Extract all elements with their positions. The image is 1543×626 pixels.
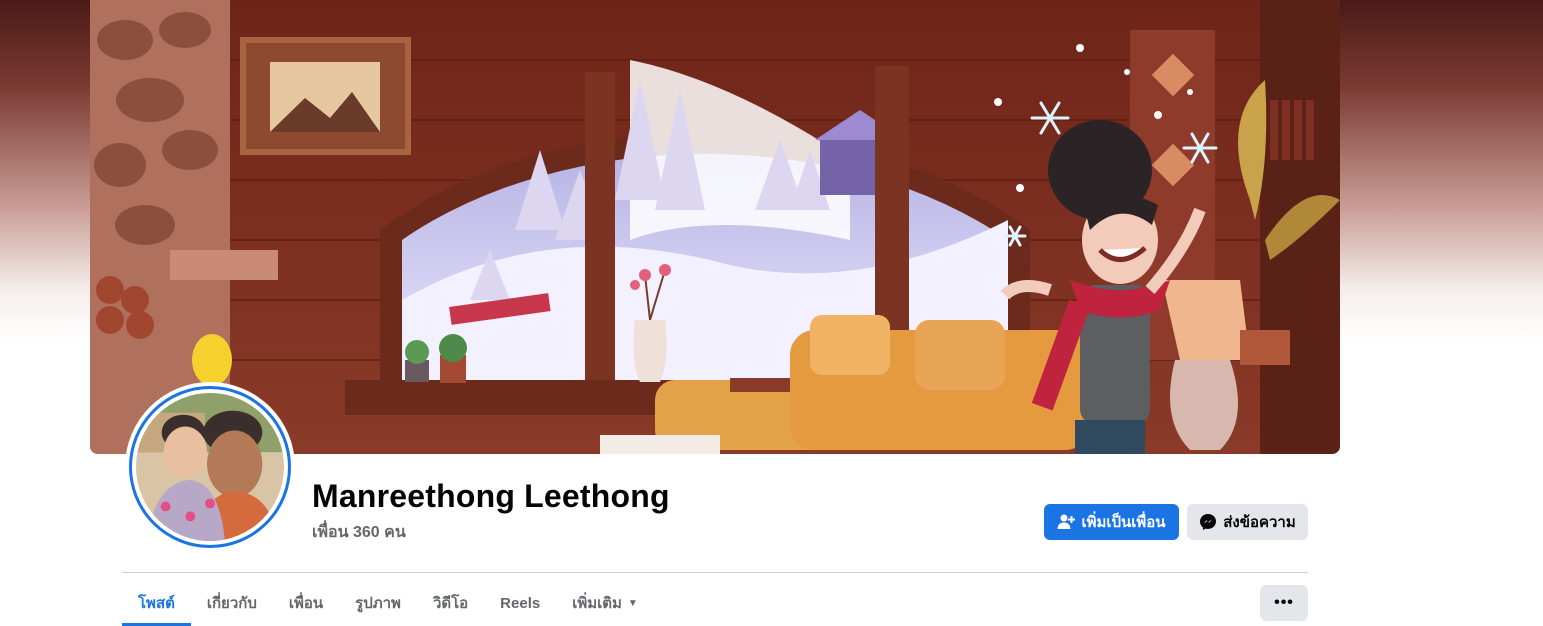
tab-about[interactable]: เกี่ยวกับ (191, 584, 273, 622)
message-label: ส่งข้อความ (1223, 514, 1296, 531)
tab-more[interactable]: เพิ่มเติม ▼ (556, 584, 654, 622)
friends-count-link[interactable]: เพื่อน 360 คน (312, 520, 406, 545)
avatar-border (129, 386, 291, 548)
more-options-button[interactable]: ••• (1260, 585, 1308, 621)
messenger-icon (1199, 513, 1217, 531)
tab-videos[interactable]: วิดีโอ (417, 584, 484, 622)
profile-name: Manreethong Leethong (312, 478, 670, 514)
add-friend-button[interactable]: เพิ่มเป็นเพื่อน (1044, 504, 1179, 540)
profile-tabs: โพสต์ เกี่ยวกับ เพื่อน รูปภาพ วิดีโอ Ree… (122, 584, 654, 626)
add-friend-label: เพิ่มเป็นเพื่อน (1081, 514, 1166, 531)
profile-avatar[interactable] (125, 382, 295, 552)
cover-photo[interactable] (90, 0, 1340, 454)
avatar-image (136, 393, 284, 541)
tab-reels[interactable]: Reels (484, 584, 556, 622)
caret-down-icon: ▼ (627, 597, 638, 609)
message-button[interactable]: ส่งข้อความ (1187, 504, 1308, 540)
tab-friends[interactable]: เพื่อน (273, 584, 339, 622)
person-plus-icon (1057, 513, 1076, 531)
tab-photos[interactable]: รูปภาพ (339, 584, 417, 622)
header-divider (122, 572, 1308, 573)
tab-posts[interactable]: โพสต์ (122, 584, 191, 626)
